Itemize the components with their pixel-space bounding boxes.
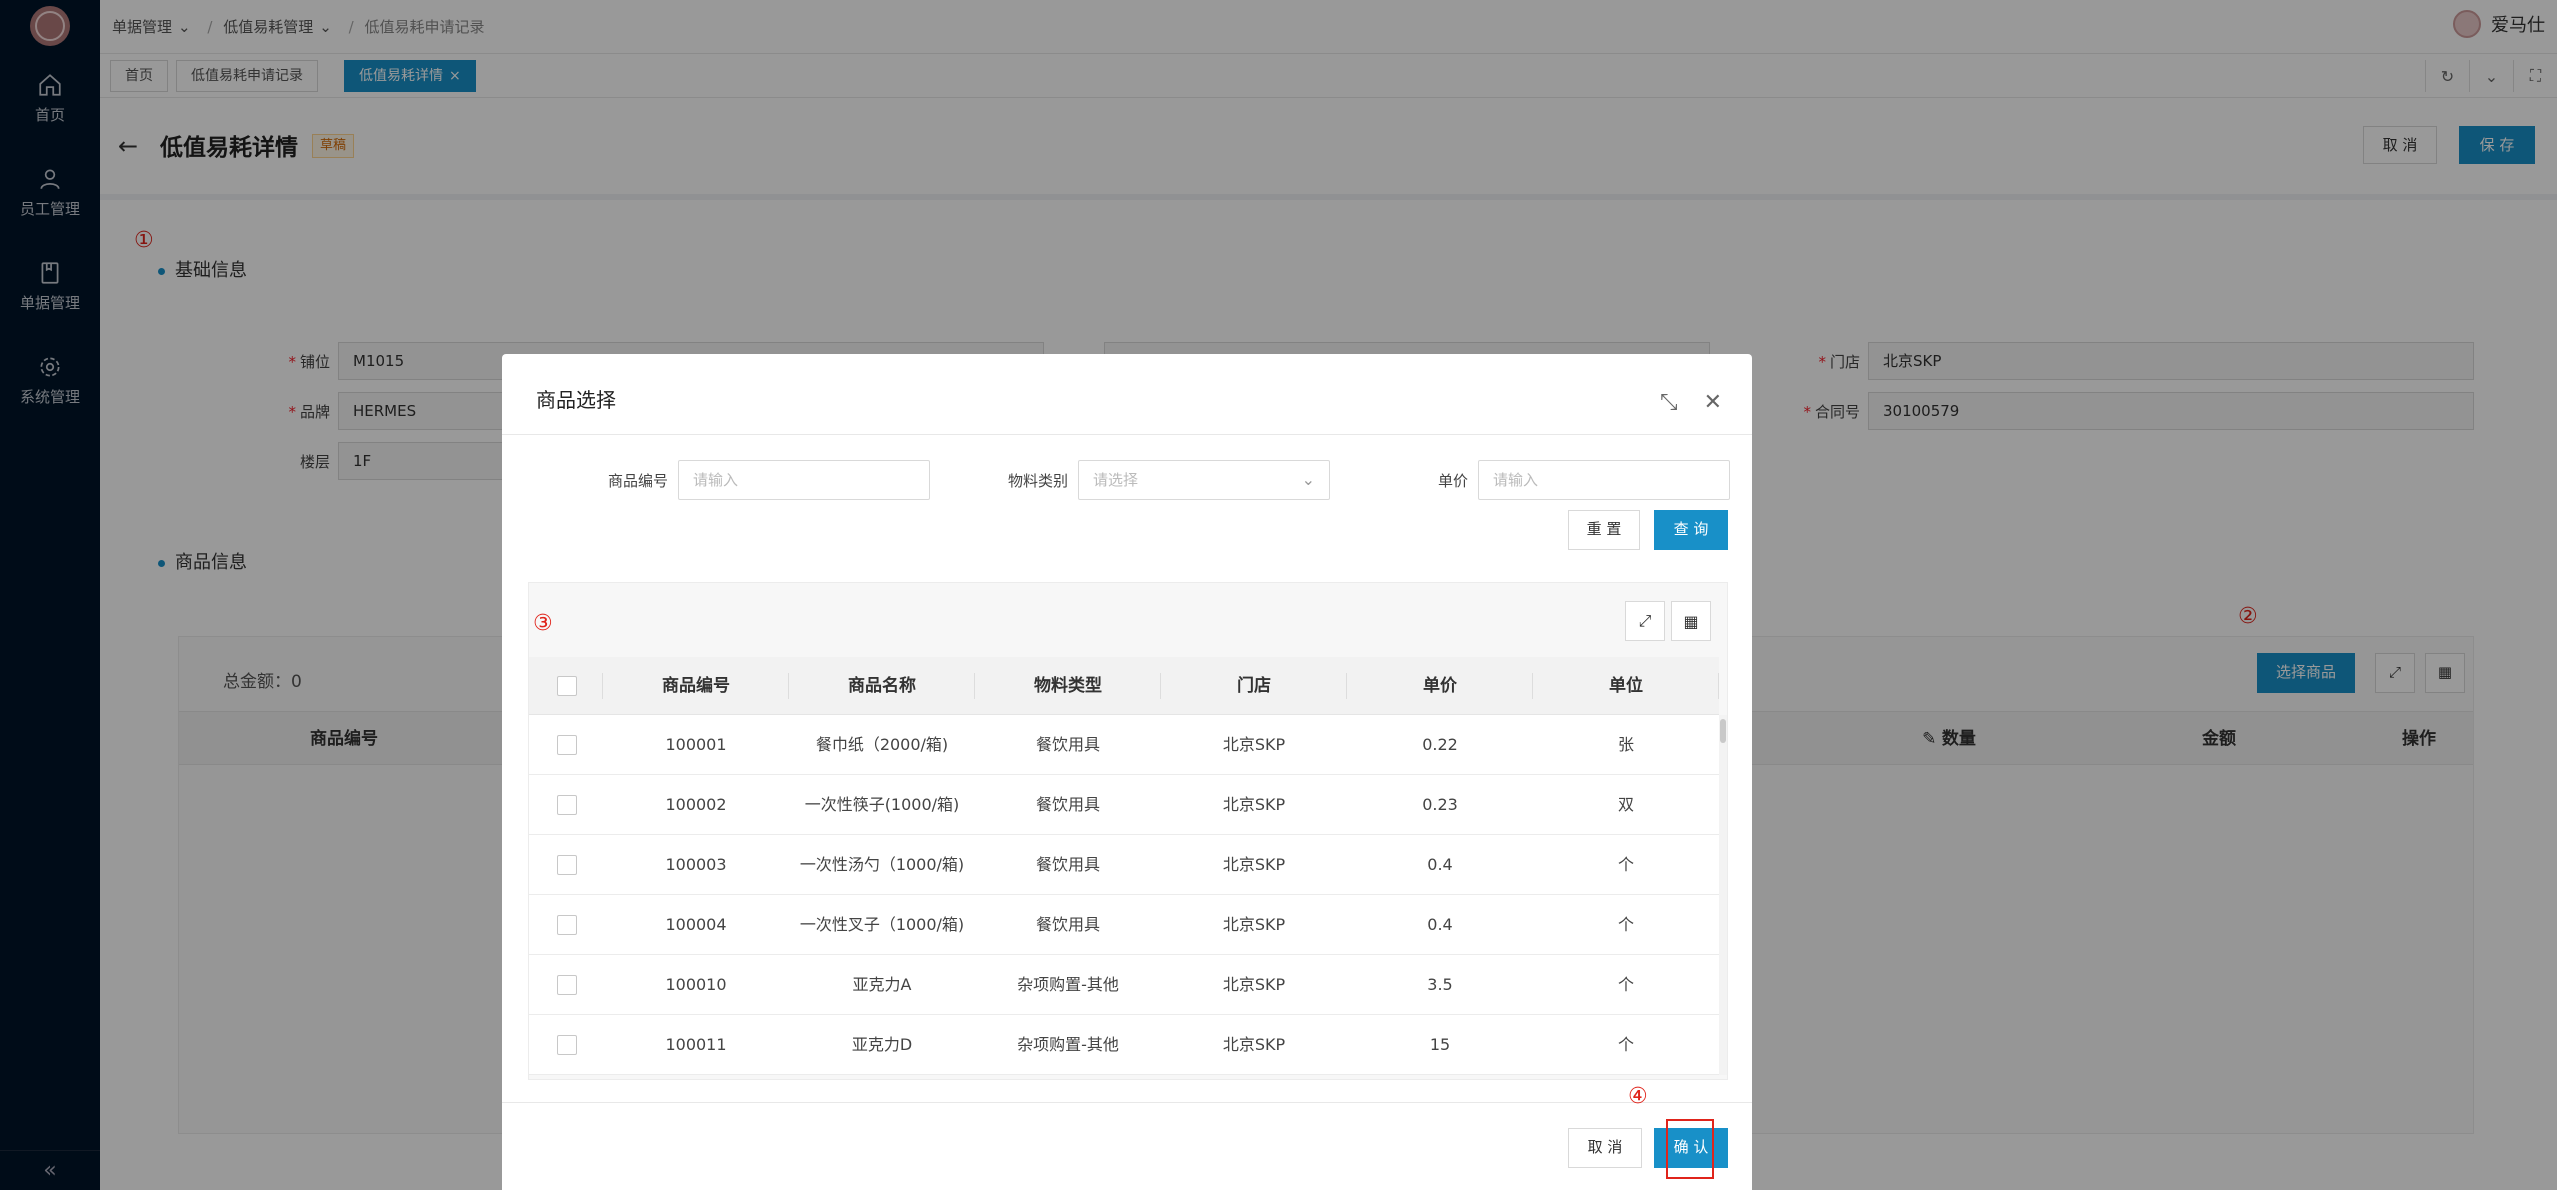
- expand-icon[interactable]: ⤢: [1625, 601, 1665, 641]
- table-row[interactable]: 100003 一次性汤勺（1000/箱) 餐饮用具 北京SKP 0.4 个: [529, 835, 1719, 895]
- table-row[interactable]: 100004 一次性叉子（1000/箱) 餐饮用具 北京SKP 0.4 个: [529, 895, 1719, 955]
- goods-grid-header: 商品编号 商品名称 物料类型 门店 单价 单位: [529, 657, 1719, 715]
- column-header: 单位: [1533, 657, 1719, 715]
- cell-type: 餐饮用具: [1035, 795, 1100, 814]
- row-checkbox[interactable]: [557, 855, 577, 875]
- row-checkbox[interactable]: [557, 1035, 577, 1055]
- cell-store: 北京SKP: [1222, 975, 1286, 994]
- cell-price: 3.5: [1427, 975, 1453, 994]
- annotation-4: ④: [1628, 1084, 1648, 1109]
- cell-price: 0.22: [1422, 735, 1458, 754]
- cell-unit: 双: [1617, 795, 1634, 814]
- search-button[interactable]: 查 询: [1654, 510, 1728, 550]
- modal-cancel-button[interactable]: 取 消: [1568, 1128, 1642, 1168]
- row-checkbox[interactable]: [557, 795, 577, 815]
- cell-unit: 张: [1617, 735, 1634, 754]
- cell-store: 北京SKP: [1222, 795, 1286, 814]
- annotation-3: ③: [533, 611, 553, 636]
- cell-code: 100011: [665, 1035, 727, 1054]
- goods-select-modal: 商品选择 ⤡ ✕ 商品编号 请输入 物料类别 请选择 ⌄ 单价 请输入 重 置 查…: [502, 354, 1752, 1190]
- cell-name: 一次性叉子（1000/箱): [799, 915, 965, 934]
- column-header: 商品编号: [603, 657, 789, 715]
- modal-title: 商品选择: [536, 388, 616, 412]
- row-checkbox[interactable]: [557, 975, 577, 995]
- reset-button[interactable]: 重 置: [1568, 510, 1640, 550]
- cell-price: 0.23: [1422, 795, 1458, 814]
- cell-name: 亚克力D: [851, 1035, 913, 1054]
- cell-name: 餐巾纸（2000/箱): [815, 735, 949, 754]
- cell-code: 100002: [665, 795, 727, 814]
- goods-grid-body: 100001 餐巾纸（2000/箱) 餐饮用具 北京SKP 0.22 张 100…: [529, 715, 1719, 1075]
- row-checkbox[interactable]: [557, 735, 577, 755]
- cell-price: 0.4: [1427, 915, 1453, 934]
- goods-grid: ③ ⤢ ▦ 商品编号 商品名称 物料类型 门店 单价 单位 100001 餐巾纸…: [528, 582, 1728, 1080]
- cell-store: 北京SKP: [1222, 855, 1286, 874]
- columns-icon[interactable]: ▦: [1671, 601, 1711, 641]
- cell-store: 北京SKP: [1222, 1035, 1286, 1054]
- table-row[interactable]: 100001 餐巾纸（2000/箱) 餐饮用具 北京SKP 0.22 张: [529, 715, 1719, 775]
- cell-name: 一次性汤勺（1000/箱): [799, 855, 965, 874]
- close-icon[interactable]: ✕: [1704, 390, 1722, 415]
- type-label: 物料类别: [1007, 472, 1068, 490]
- price-label: 单价: [1437, 472, 1468, 490]
- select-all-checkbox[interactable]: [557, 676, 577, 696]
- cell-code: 100004: [665, 915, 727, 934]
- cell-unit: 个: [1617, 915, 1634, 934]
- cell-unit: 个: [1617, 1035, 1634, 1054]
- table-row[interactable]: 100010 亚克力A 杂项购置-其他 北京SKP 3.5 个: [529, 955, 1719, 1015]
- cell-code: 100003: [665, 855, 727, 874]
- cell-price: 15: [1429, 1035, 1451, 1054]
- cell-code: 100001: [665, 735, 727, 754]
- row-checkbox[interactable]: [557, 915, 577, 935]
- cell-type: 杂项购置-其他: [1017, 1035, 1119, 1054]
- cell-type: 杂项购置-其他: [1017, 975, 1119, 994]
- column-header: 单价: [1347, 657, 1533, 715]
- cell-type: 餐饮用具: [1035, 855, 1100, 874]
- grid-scrollbar[interactable]: [1719, 715, 1727, 1075]
- cell-store: 北京SKP: [1222, 915, 1286, 934]
- cell-type: 餐饮用具: [1035, 915, 1100, 934]
- cell-type: 餐饮用具: [1035, 735, 1100, 754]
- cell-unit: 个: [1617, 855, 1634, 874]
- cell-name: 亚克力A: [852, 975, 912, 994]
- table-row[interactable]: 100011 亚克力D 杂项购置-其他 北京SKP 15 个: [529, 1015, 1719, 1075]
- column-header: 物料类型: [975, 657, 1161, 715]
- scrollbar-thumb[interactable]: [1720, 719, 1726, 743]
- column-header: 商品名称: [789, 657, 975, 715]
- code-input[interactable]: 请输入: [678, 460, 930, 500]
- column-header: 门店: [1161, 657, 1347, 715]
- fullscreen-icon[interactable]: ⤡: [1660, 390, 1678, 415]
- chevron-down-icon: ⌄: [1301, 470, 1315, 489]
- price-input[interactable]: 请输入: [1478, 460, 1730, 500]
- cell-price: 0.4: [1427, 855, 1453, 874]
- code-label: 商品编号: [607, 472, 668, 490]
- cell-unit: 个: [1617, 975, 1634, 994]
- type-select[interactable]: 请选择 ⌄: [1078, 460, 1330, 500]
- table-row[interactable]: 100002 一次性筷子(1000/箱) 餐饮用具 北京SKP 0.23 双: [529, 775, 1719, 835]
- cell-store: 北京SKP: [1222, 735, 1286, 754]
- cell-name: 一次性筷子(1000/箱): [804, 795, 960, 814]
- cell-code: 100010: [665, 975, 727, 994]
- confirm-highlight-box: [1666, 1119, 1714, 1179]
